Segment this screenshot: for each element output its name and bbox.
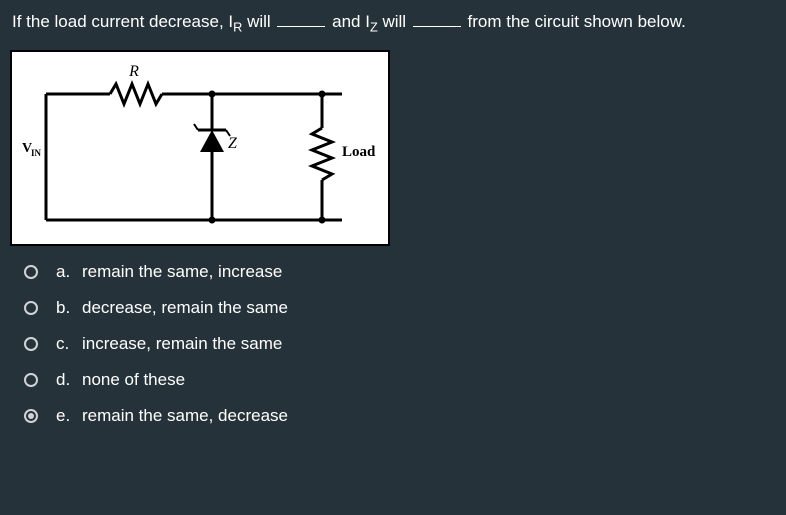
radio-a[interactable] xyxy=(24,265,38,279)
radio-d[interactable] xyxy=(24,373,38,387)
answer-text: remain the same, decrease xyxy=(82,406,288,426)
answer-option-a[interactable]: a. remain the same, increase xyxy=(24,262,786,282)
radio-c[interactable] xyxy=(24,337,38,351)
answer-list: a. remain the same, increase b. decrease… xyxy=(0,254,786,426)
answer-text: remain the same, increase xyxy=(82,262,282,282)
stem-text-2: will xyxy=(242,12,275,31)
circuit-diagram: R V IN Z Load xyxy=(10,50,390,246)
answer-letter: b. xyxy=(56,298,82,318)
load-label: Load xyxy=(342,144,376,160)
answer-option-b[interactable]: b. decrease, remain the same xyxy=(24,298,786,318)
answer-letter: d. xyxy=(56,370,82,390)
circuit-svg: R V IN Z Load xyxy=(12,52,388,244)
radio-b[interactable] xyxy=(24,301,38,315)
zener-label: Z xyxy=(228,135,238,152)
radio-e[interactable] xyxy=(24,409,38,423)
answer-letter: e. xyxy=(56,406,82,426)
stem-sub-2: Z xyxy=(370,19,378,34)
answer-text: decrease, remain the same xyxy=(82,298,288,318)
answer-text: none of these xyxy=(82,370,185,390)
answer-letter: a. xyxy=(56,262,82,282)
answer-option-d[interactable]: d. none of these xyxy=(24,370,786,390)
stem-text-5: from the circuit shown below. xyxy=(463,12,686,31)
stem-sub-1: R xyxy=(233,19,242,34)
stem-text-1: If the load current decrease, I xyxy=(12,12,233,31)
stem-text-3: and I xyxy=(327,12,370,31)
answer-option-c[interactable]: c. increase, remain the same xyxy=(24,334,786,354)
answer-text: increase, remain the same xyxy=(82,334,282,354)
answer-option-e[interactable]: e. remain the same, decrease xyxy=(24,406,786,426)
blank-2 xyxy=(413,15,461,27)
resistor-label: R xyxy=(128,63,139,80)
stem-text-4: will xyxy=(378,12,411,31)
vin-sub: IN xyxy=(31,148,42,158)
question-stem: If the load current decrease, IR will an… xyxy=(0,0,786,44)
answer-letter: c. xyxy=(56,334,82,354)
blank-1 xyxy=(277,15,325,27)
